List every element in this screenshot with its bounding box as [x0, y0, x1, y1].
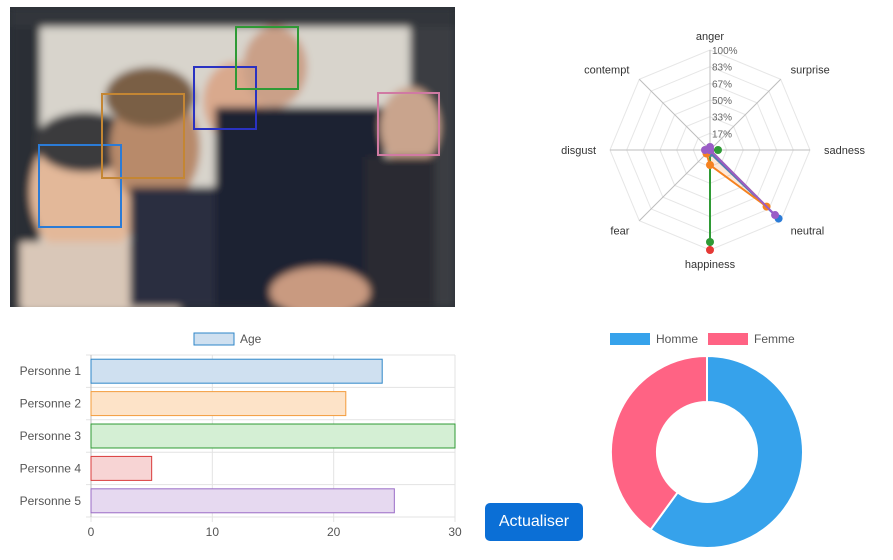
age-bar-chart: Age 0 10 20 30 Personne 1 Personne 2 Personne 3…: [10, 325, 470, 555]
radar-series-point: [706, 146, 714, 154]
refresh-button[interactable]: Actualiser: [485, 503, 583, 541]
bar-category-label: Personne 3: [20, 429, 82, 443]
donut-legend-swatch: [610, 333, 650, 345]
bar: [90, 423, 456, 449]
donut-legend-label: Femme: [754, 332, 795, 346]
bar-x-tick-label: 20: [327, 525, 341, 539]
bar-category-label: Personne 5: [20, 494, 82, 508]
donut-legend-label: Homme: [656, 332, 698, 346]
radar-axis-label: contempt: [584, 64, 629, 76]
radar-axis-label: neutral: [791, 226, 825, 238]
radar-tick-label: 83%: [712, 63, 732, 74]
radar-tick-label: 100%: [712, 46, 738, 57]
radar-svg: 17% 33% 50% 67% 83% 100% anger surprise sadness n…: [561, 31, 865, 271]
bar-x-tick-label: 30: [448, 525, 462, 539]
bar-category-label: Personne 1: [20, 364, 82, 378]
gender-donut-chart: Homme Femme: [590, 325, 830, 555]
radar-series-point: [706, 246, 714, 254]
radar-series-point: [771, 211, 780, 220]
radar-axis-label: surprise: [791, 64, 830, 76]
legend-swatch-age: [193, 332, 235, 346]
radar-series-point: [706, 238, 714, 246]
bar: [90, 391, 347, 417]
legend-label-age: Age: [240, 332, 262, 346]
radar-tick-label: 17%: [712, 129, 732, 140]
radar-axis-label: sadness: [824, 145, 865, 157]
radar-axis-line: [638, 78, 711, 151]
bar: [90, 455, 153, 481]
radar-tick-label: 50%: [712, 96, 732, 107]
radar-axis-label: happiness: [685, 259, 736, 271]
donut-svg: Homme Femme: [610, 332, 804, 549]
camera-photo: [10, 7, 455, 307]
radar-series-point: [714, 146, 722, 154]
radar-tick-label: 33%: [712, 113, 732, 124]
radar-axis-label: anger: [696, 31, 724, 43]
photo-canvas: [10, 7, 455, 307]
bar-category-label: Personne 2: [20, 397, 82, 411]
emotion-radar-chart: 17% 33% 50% 67% 83% 100% anger surprise sadness n…: [535, 7, 885, 302]
radar-axis-label: fear: [610, 226, 629, 238]
radar-tick-label: 67%: [712, 79, 732, 90]
bar: [90, 358, 383, 384]
donut-legend-swatch: [708, 333, 748, 345]
bar-x-tick-label: 10: [206, 525, 220, 539]
radar-series-point: [706, 161, 714, 169]
bar: [90, 488, 395, 514]
bar-x-tick-label: 0: [88, 525, 95, 539]
bar-svg: Age 0 10 20 30 Personne 1 Personne 2 Personne 3…: [20, 332, 462, 539]
bar-category-label: Personne 4: [20, 461, 82, 475]
radar-axis-label: disgust: [561, 145, 596, 157]
radar-axis-line: [638, 149, 711, 222]
